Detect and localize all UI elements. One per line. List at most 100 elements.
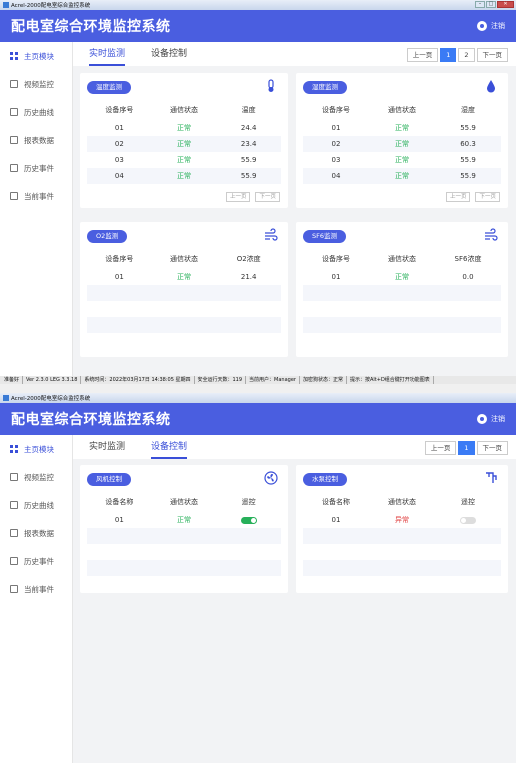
nav-label: 主页模块 xyxy=(24,444,54,454)
app-title: 配电室综合环境监控系统 xyxy=(11,19,171,35)
app-window-realtime: Acrel-2000配电室综合监控系统 – □ ✕ 配电室综合环境监控系统 注销 主… xyxy=(0,0,516,376)
status-item: 加密狗状态：正常 xyxy=(300,376,347,384)
status-cell: 正常 xyxy=(177,140,191,148)
chart-icon xyxy=(10,501,18,509)
value-cell: 55.9 xyxy=(240,156,257,164)
empty-row xyxy=(303,317,501,333)
nav-label: 历史事件 xyxy=(24,163,54,173)
grid-icon xyxy=(10,52,18,60)
app-title: 配电室综合环境监控系统 xyxy=(11,412,171,428)
logout-button[interactable]: 注销 xyxy=(477,21,505,31)
remote-toggle[interactable] xyxy=(460,516,476,524)
col-header: 通信状态 xyxy=(388,106,416,114)
table-row: 01 异常 xyxy=(303,512,501,528)
page-2-button[interactable]: 2 xyxy=(458,48,475,62)
minimize-button[interactable]: – xyxy=(475,1,485,8)
user-icon xyxy=(477,21,487,31)
logout-button[interactable]: 注销 xyxy=(477,414,505,424)
table-row: 01 正常 0.0 xyxy=(303,269,501,285)
table-row: 04 正常 55.9 xyxy=(87,168,281,184)
water-drop-icon xyxy=(487,80,495,93)
close-button[interactable]: ✕ xyxy=(497,1,514,8)
col-header: O2浓度 xyxy=(236,255,261,263)
nav-label: 历史曲线 xyxy=(24,107,54,117)
nav-current-events[interactable]: 当前事件 xyxy=(0,575,72,603)
event-icon xyxy=(10,192,18,200)
tab-realtime[interactable]: 实时监测 xyxy=(89,46,126,66)
toggle-cell xyxy=(216,513,281,527)
empty-row xyxy=(87,317,281,333)
col-header: 设备序号 xyxy=(105,255,134,263)
nav-report[interactable]: 报表数据 xyxy=(0,126,72,154)
tab-realtime[interactable]: 实时监测 xyxy=(89,439,125,459)
col-header: 通信状态 xyxy=(388,498,416,506)
next-page-button[interactable]: 下一页 xyxy=(476,441,508,455)
cell: 03 xyxy=(114,156,124,164)
humidity-card: 湿度监测 设备序号 通信状态 湿度 01 正常 55.9 02 正常 60.3 03 正常 55… xyxy=(296,73,508,208)
empty-row xyxy=(87,528,281,544)
card-title: O2监测 xyxy=(87,230,128,243)
nav-home[interactable]: 主页模块 xyxy=(0,435,72,463)
video-icon xyxy=(10,473,18,481)
col-header: SF6浓度 xyxy=(454,255,482,263)
nav-history-events[interactable]: 历史事件 xyxy=(0,547,72,575)
status-item: 安全运行天数：119 xyxy=(195,376,247,384)
o2-card: O2监测 设备序号 通信状态 O2浓度 01 正常 21.4 xyxy=(80,222,288,357)
page-1-button[interactable]: 1 xyxy=(440,48,457,62)
table-row: 03 正常 55.9 xyxy=(303,152,501,168)
table-row: 02 正常 60.3 xyxy=(303,136,501,152)
pump-icon xyxy=(486,472,497,483)
app-icon xyxy=(3,395,9,401)
nav-history-curve[interactable]: 历史曲线 xyxy=(0,98,72,126)
nav-video[interactable]: 视频监控 xyxy=(0,70,72,98)
prev-page-button[interactable]: 上一页 xyxy=(424,441,457,455)
sidebar: 主页模块 视频监控 历史曲线 报表数据 历史事件 当前事件 xyxy=(0,435,73,763)
status-cell: 正常 xyxy=(177,273,191,281)
value-cell: 23.4 xyxy=(240,140,257,148)
value-cell: 55.9 xyxy=(460,156,476,164)
nav-video[interactable]: 视频监控 xyxy=(0,463,72,491)
nav-current-events[interactable]: 当前事件 xyxy=(0,182,72,210)
cell: 04 xyxy=(331,172,341,180)
cell: 02 xyxy=(331,140,341,148)
table-row: 01 正常 21.4 xyxy=(87,269,281,285)
table-row: 01 正常 55.9 xyxy=(303,120,501,136)
thermometer-icon xyxy=(268,79,274,92)
cell: 02 xyxy=(114,140,124,148)
video-icon xyxy=(10,80,18,88)
nav-history-curve[interactable]: 历史曲线 xyxy=(0,491,72,519)
chart-icon xyxy=(10,108,18,116)
tab-control[interactable]: 设备控制 xyxy=(151,439,188,459)
page-1-button[interactable]: 1 xyxy=(458,441,475,455)
remote-toggle[interactable] xyxy=(240,516,257,524)
status-bar: 准备好 Ver 2.3.0 LEG 3.3.18 系统时间：2022年03月17日 … xyxy=(0,376,516,384)
prev-button[interactable]: 上一页 xyxy=(445,192,471,202)
wind-icon xyxy=(265,228,278,241)
empty-row xyxy=(87,560,281,576)
next-button[interactable]: 下一页 xyxy=(475,192,500,202)
mini-pager: 上一页 下一页 xyxy=(225,192,280,202)
nav-home[interactable]: 主页模块 xyxy=(0,42,72,70)
nav-label: 报表数据 xyxy=(24,528,54,538)
fan-icon xyxy=(264,471,278,485)
value-cell: 0.0 xyxy=(462,273,474,281)
status-cell: 异常 xyxy=(395,516,409,524)
next-button[interactable]: 下一页 xyxy=(255,192,280,202)
prev-button[interactable]: 上一页 xyxy=(225,192,251,202)
fan-control-card: 风机控制 设备名称 通信状态 遥控 01 正常 xyxy=(80,465,288,593)
value-cell: 55.9 xyxy=(240,172,257,180)
table-row: 03 正常 55.9 xyxy=(87,152,281,168)
nav-report[interactable]: 报表数据 xyxy=(0,519,72,547)
window-title: Acrel-2000配电室综合监控系统 xyxy=(11,3,91,9)
nav-label: 视频监控 xyxy=(24,472,54,482)
next-page-button[interactable]: 下一页 xyxy=(476,48,508,62)
nav-label: 历史事件 xyxy=(24,556,54,566)
tab-control[interactable]: 设备控制 xyxy=(151,46,187,66)
nav-label: 当前事件 xyxy=(24,191,54,201)
nav-history-events[interactable]: 历史事件 xyxy=(0,154,72,182)
status-cell: 正常 xyxy=(177,516,191,524)
nav-label: 主页模块 xyxy=(24,51,54,61)
tab-bar: 实时监测 设备控制 上一页 1 2 下一页 xyxy=(73,42,516,66)
maximize-button[interactable]: □ xyxy=(486,1,496,8)
prev-page-button[interactable]: 上一页 xyxy=(406,48,439,62)
